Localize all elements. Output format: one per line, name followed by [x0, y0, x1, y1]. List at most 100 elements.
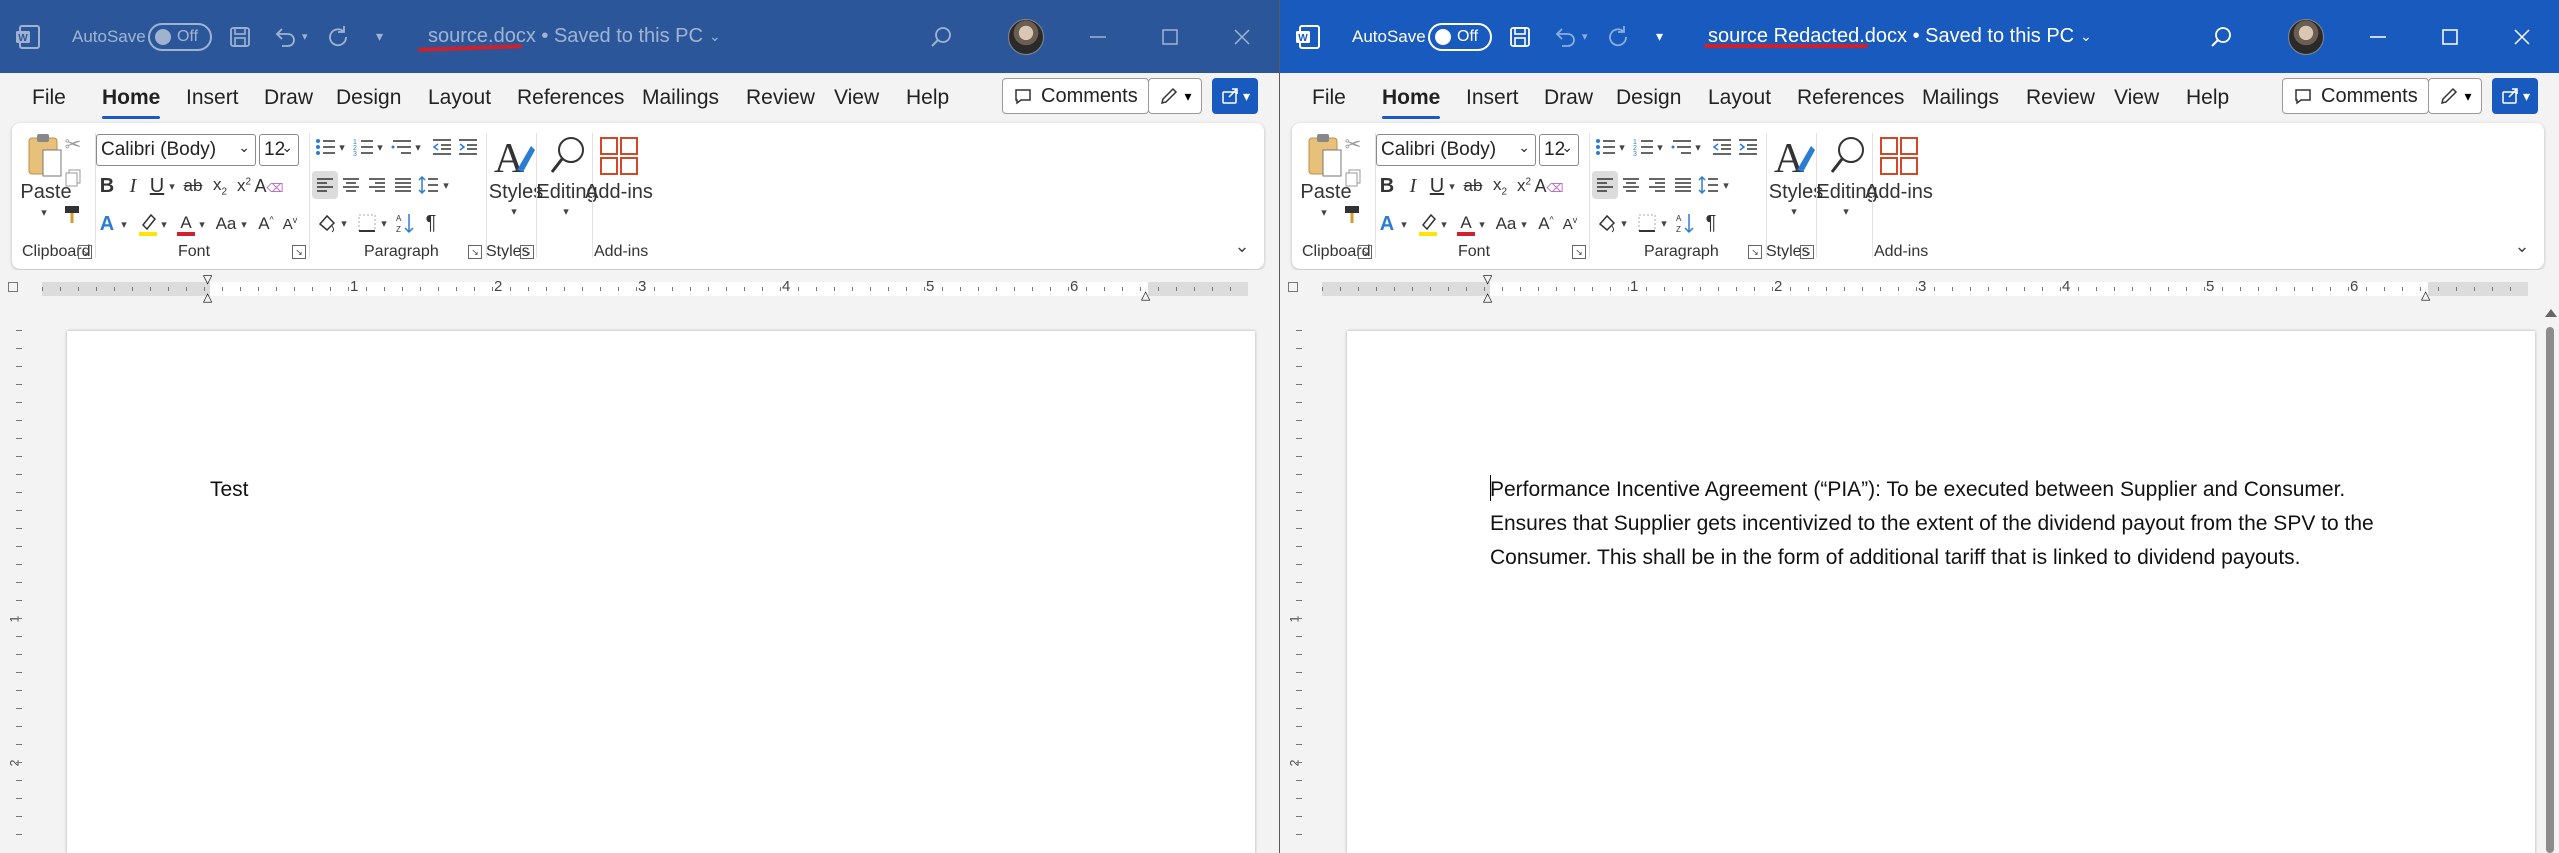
multilevel-list-icon[interactable]	[1670, 133, 1694, 161]
align-right-icon[interactable]	[364, 171, 390, 199]
tab-layout[interactable]: Layout	[428, 73, 491, 123]
font-launcher-icon[interactable]: ↘	[1572, 245, 1586, 259]
line-spacing-dropdown-icon[interactable]: ▾	[440, 171, 452, 199]
horizontal-ruler[interactable]: ▽ △ △ 1 2 3 4 5 6	[1280, 270, 2559, 304]
align-left-icon[interactable]	[312, 171, 338, 199]
text-effects-icon[interactable]: A	[1376, 211, 1398, 237]
maximize-icon[interactable]	[2440, 0, 2460, 73]
show-formatting-icon[interactable]: ¶	[1698, 209, 1724, 237]
underline-dropdown-icon[interactable]: ▾	[166, 173, 178, 199]
cut-icon[interactable]: ✂	[1340, 131, 1366, 157]
borders-dropdown-icon[interactable]: ▾	[1658, 209, 1670, 237]
superscript-icon[interactable]: x2	[232, 173, 256, 199]
right-indent-icon[interactable]: △	[1141, 288, 1150, 302]
font-color-icon[interactable]: A	[1454, 209, 1478, 239]
word-icon[interactable]: W	[14, 0, 42, 73]
scroll-up-icon[interactable]	[2545, 309, 2557, 317]
tab-help[interactable]: Help	[906, 73, 949, 123]
comments-button[interactable]: Comments	[2282, 78, 2429, 114]
decrease-indent-icon[interactable]	[430, 133, 454, 161]
editing-dropdown-icon[interactable]: ▾	[1838, 205, 1854, 218]
align-right-icon[interactable]	[1644, 171, 1670, 199]
first-line-indent-icon[interactable]: ▽	[203, 272, 212, 286]
document-title[interactable]: source.docx • Saved to this PC ⌄	[428, 0, 721, 73]
left-indent-icon[interactable]: △	[1483, 290, 1492, 304]
tab-file[interactable]: File	[32, 73, 66, 123]
font-size-select[interactable]: 12 ⌄	[1539, 134, 1579, 166]
horizontal-ruler[interactable]: ▽ △ △ 1 2 3 4 5 6	[0, 270, 1279, 304]
subscript-icon[interactable]: x2	[208, 173, 232, 199]
customize-qat-icon[interactable]: ▾	[376, 0, 383, 73]
right-indent-icon[interactable]: △	[2421, 288, 2430, 302]
font-name-select[interactable]: Calibri (Body) ⌄	[1376, 134, 1536, 166]
superscript-icon[interactable]: x2	[1512, 173, 1536, 199]
underline-icon[interactable]: U	[1426, 173, 1448, 199]
align-center-icon[interactable]	[1618, 171, 1644, 199]
collapse-ribbon-icon[interactable]: ⌄	[2510, 235, 2534, 257]
numbering-dropdown-icon[interactable]: ▾	[1654, 133, 1666, 161]
shading-icon[interactable]	[314, 209, 340, 237]
decrease-indent-icon[interactable]	[1710, 133, 1734, 161]
increase-indent-icon[interactable]	[456, 133, 480, 161]
show-formatting-icon[interactable]: ¶	[418, 209, 444, 237]
bold-icon[interactable]: B	[1376, 173, 1398, 199]
addins-icon[interactable]	[594, 131, 644, 181]
tab-references[interactable]: References	[1797, 73, 1904, 123]
paragraph-launcher-icon[interactable]: ↘	[1748, 245, 1762, 259]
avatar[interactable]	[1008, 0, 1044, 73]
tab-selector-icon[interactable]	[1288, 282, 1298, 292]
strikethrough-icon[interactable]: ab	[180, 173, 206, 199]
share-button[interactable]: ▾	[1212, 78, 1258, 114]
change-case-icon[interactable]: Aa	[212, 211, 240, 237]
save-icon[interactable]	[1508, 0, 1532, 73]
share-button[interactable]: ▾	[2492, 78, 2538, 114]
search-icon[interactable]	[2208, 0, 2234, 73]
editing-mode-button[interactable]: ▾	[1148, 78, 1202, 114]
styles-icon[interactable]: A	[1770, 131, 1820, 181]
font-launcher-icon[interactable]: ↘	[292, 245, 306, 259]
bullets-dropdown-icon[interactable]: ▾	[1616, 133, 1628, 161]
cut-icon[interactable]: ✂	[60, 131, 86, 157]
autosave-toggle[interactable]: Off	[1428, 0, 1492, 73]
underline-dropdown-icon[interactable]: ▾	[1446, 173, 1458, 199]
multilevel-dropdown-icon[interactable]: ▾	[1692, 133, 1704, 161]
redo-icon[interactable]	[1606, 0, 1632, 73]
document-body-text[interactable]: Performance Incentive Agreement (“PIA”):…	[1490, 473, 2374, 575]
vertical-scrollbar[interactable]	[2543, 305, 2557, 853]
undo-dropdown-icon[interactable]: ▾	[1582, 0, 1588, 73]
justify-icon[interactable]	[390, 171, 416, 199]
italic-icon[interactable]: I	[122, 173, 144, 199]
clipboard-launcher-icon[interactable]: ↘	[1358, 245, 1372, 259]
close-icon[interactable]	[1232, 0, 1252, 73]
bullets-dropdown-icon[interactable]: ▾	[336, 133, 348, 161]
line-spacing-icon[interactable]	[416, 171, 442, 199]
font-color-dropdown-icon[interactable]: ▾	[1476, 211, 1488, 237]
tab-insert[interactable]: Insert	[186, 73, 239, 123]
paste-dropdown-icon[interactable]: ▾	[34, 205, 54, 219]
change-case-dropdown-icon[interactable]: ▾	[1518, 211, 1530, 237]
line-spacing-icon[interactable]	[1696, 171, 1722, 199]
comments-button[interactable]: Comments	[1002, 78, 1149, 114]
text-effects-dropdown-icon[interactable]: ▾	[1398, 211, 1410, 237]
grow-font-icon[interactable]: A^	[1534, 211, 1558, 237]
bold-icon[interactable]: B	[96, 173, 118, 199]
addins-label[interactable]: Add-ins	[1854, 181, 1944, 204]
tab-design[interactable]: Design	[1616, 73, 1681, 123]
document-page[interactable]: Performance Incentive Agreement (“PIA”):…	[1347, 331, 2535, 853]
tab-view[interactable]: View	[2114, 73, 2159, 123]
styles-launcher-icon[interactable]: ↘	[1800, 245, 1814, 259]
multilevel-list-icon[interactable]	[390, 133, 414, 161]
editing-dropdown-icon[interactable]: ▾	[558, 205, 574, 218]
justify-icon[interactable]	[1670, 171, 1696, 199]
save-icon[interactable]	[228, 0, 252, 73]
editing-icon[interactable]	[542, 131, 592, 181]
numbering-dropdown-icon[interactable]: ▾	[374, 133, 386, 161]
borders-dropdown-icon[interactable]: ▾	[378, 209, 390, 237]
tab-review[interactable]: Review	[2026, 73, 2095, 123]
tab-references[interactable]: References	[517, 73, 624, 123]
multilevel-dropdown-icon[interactable]: ▾	[412, 133, 424, 161]
borders-icon[interactable]	[1634, 209, 1660, 237]
line-spacing-dropdown-icon[interactable]: ▾	[1720, 171, 1732, 199]
tab-help[interactable]: Help	[2186, 73, 2229, 123]
document-page[interactable]: Test	[67, 331, 1255, 853]
